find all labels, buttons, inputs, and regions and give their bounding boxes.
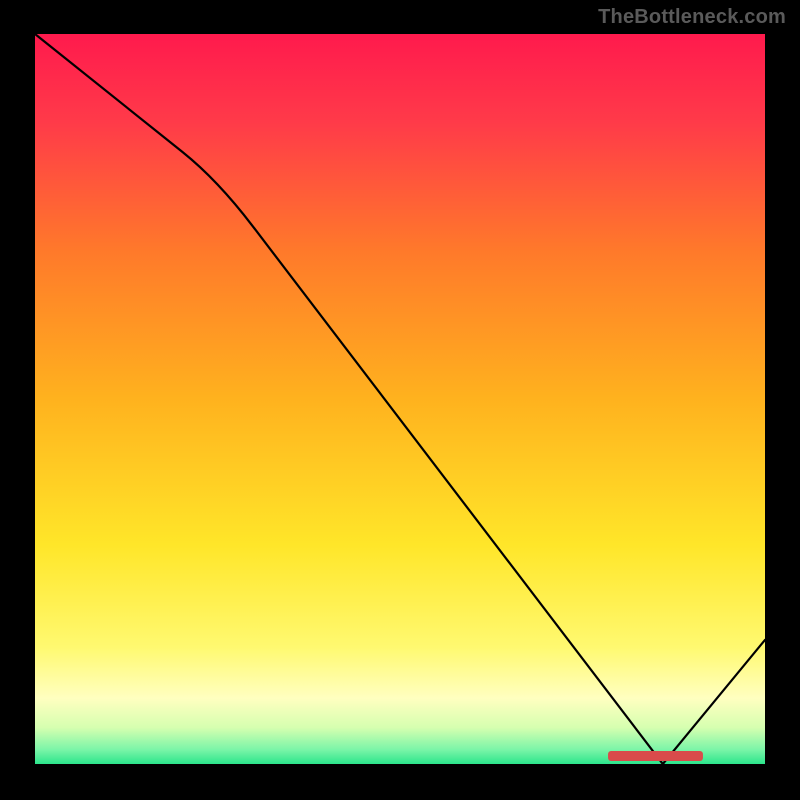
chart-svg <box>0 0 800 800</box>
frame-bottom <box>0 764 800 800</box>
frame-right <box>765 0 800 800</box>
plot-background <box>35 34 765 764</box>
frame-left <box>0 0 35 800</box>
watermark-text: TheBottleneck.com <box>598 6 786 29</box>
marker-bar <box>608 751 703 761</box>
